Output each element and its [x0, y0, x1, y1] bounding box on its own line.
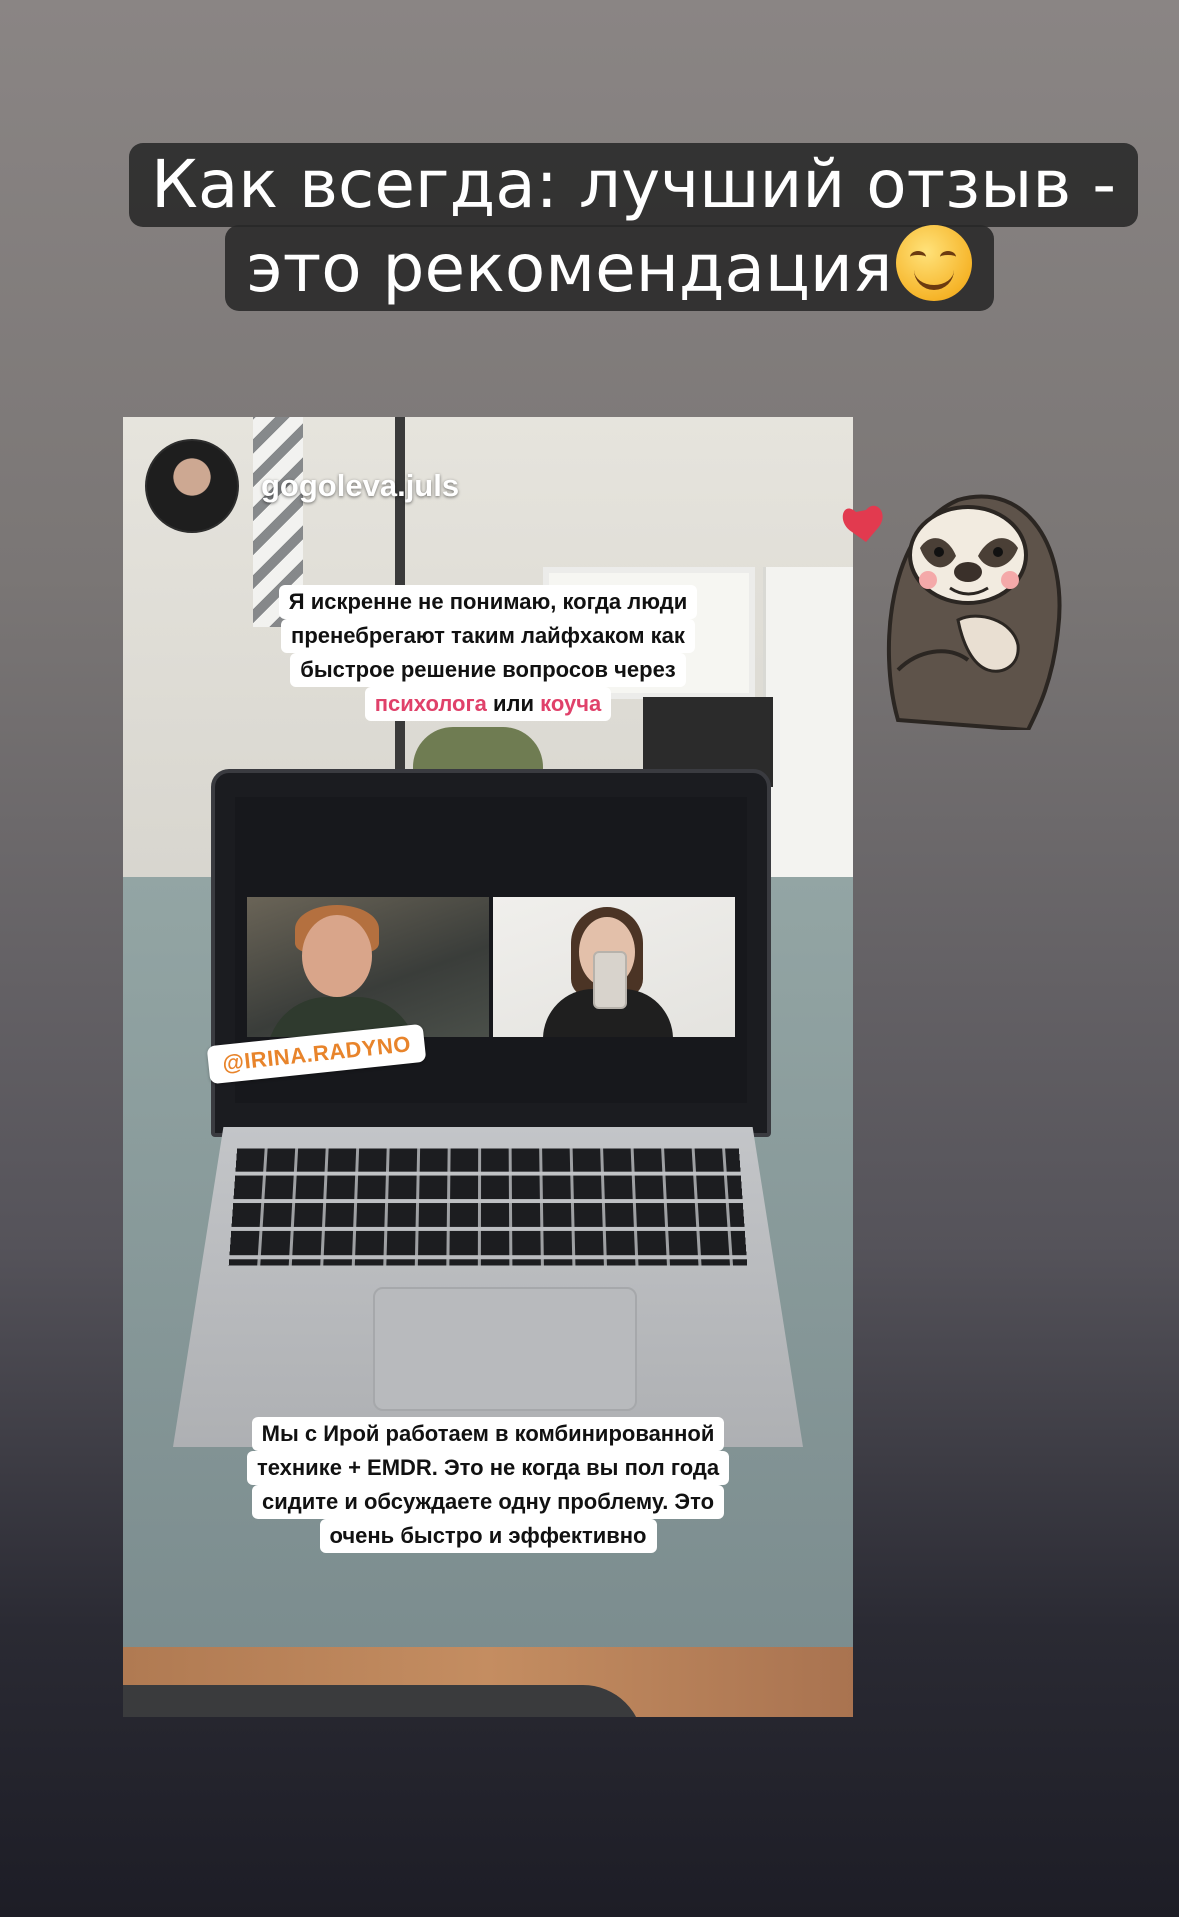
- caption-connector: или: [486, 691, 541, 716]
- caption-top-row-4: психолога или коуча: [364, 687, 612, 721]
- video-call-participants: [247, 897, 735, 1037]
- heart-icon: [842, 505, 883, 542]
- trackpad: [373, 1287, 637, 1411]
- caption-top: Я искренне не понимаю, когда люди пренеб…: [123, 585, 853, 721]
- caption-bottom-row-1: Мы с Ирой работаем в комбинированной: [251, 1417, 725, 1451]
- caption-bottom-row-4: очень быстро и эффективно: [319, 1519, 657, 1553]
- story-headline: Как всегда: лучший отзыв - это рекоменда…: [0, 143, 1179, 311]
- headline-line-2: это рекомендация: [224, 225, 995, 311]
- laptop-screen: [211, 769, 771, 1137]
- laptop-keyboard-base: [173, 1127, 803, 1447]
- caption-bottom-row-2: технике + EMDR. Это не когда вы пол года: [246, 1451, 730, 1485]
- sloth-heart-sticker-icon[interactable]: [838, 470, 1078, 730]
- username[interactable]: gogoleva.juls: [261, 468, 459, 504]
- smiling-face-emoji-icon: [896, 225, 973, 301]
- reposted-story-card[interactable]: gogoleva.juls Я искренне не понимаю, ког…: [123, 417, 853, 1717]
- highlight-coach: коуча: [540, 691, 602, 716]
- caption-top-row-3: быстрое решение вопросов через: [290, 653, 686, 687]
- headline-line-1: Как всегда: лучший отзыв -: [128, 143, 1139, 227]
- caption-bottom: Мы с Ирой работаем в комбинированной тех…: [123, 1417, 853, 1553]
- participant-video-2: [493, 897, 735, 1037]
- highlight-psychologist: психолога: [374, 691, 487, 716]
- caption-top-row-2: пренебрегают таким лайфхаком как: [281, 619, 695, 653]
- caption-top-row-1: Я искренне не понимаю, когда люди: [278, 585, 698, 619]
- caption-bottom-row-3: сидите и обсуждаете одну проблему. Это: [251, 1485, 725, 1519]
- knee: [123, 1685, 643, 1717]
- participant-video-1: [247, 897, 489, 1037]
- headline-line-2-text: это рекомендация: [246, 230, 893, 307]
- avatar[interactable]: [145, 439, 239, 533]
- keyboard: [228, 1148, 748, 1266]
- story-author[interactable]: gogoleva.juls: [145, 439, 459, 533]
